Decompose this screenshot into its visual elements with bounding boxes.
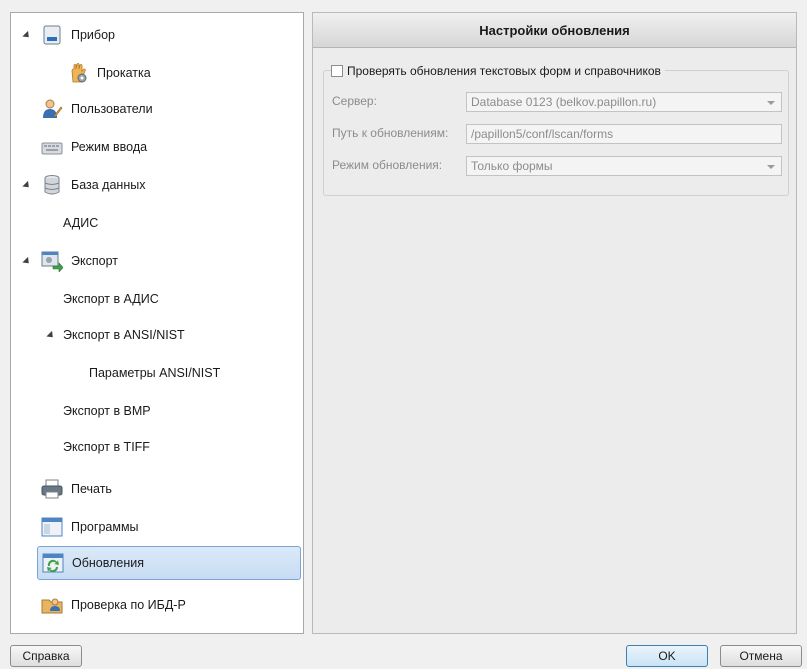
tree-item-updates[interactable]: Обновления bbox=[37, 546, 301, 580]
server-select[interactable]: Database 0123 (belkov.papillon.ru) bbox=[466, 92, 782, 112]
window-icon bbox=[41, 517, 63, 537]
settings-tree: Прибор Прокатка Пользователи Режим ввода bbox=[10, 12, 304, 634]
update-settings-group: Сервер: Database 0123 (belkov.papillon.r… bbox=[323, 70, 789, 196]
export-icon bbox=[41, 251, 63, 272]
path-label: Путь к обновлениям: bbox=[332, 126, 449, 140]
tree-item-database[interactable]: База данных bbox=[11, 171, 303, 199]
hand-gear-icon bbox=[71, 63, 87, 83]
tree-item-label: Экспорт bbox=[71, 254, 118, 268]
tree-item-programs[interactable]: Программы bbox=[11, 513, 303, 541]
keyboard-icon bbox=[41, 142, 63, 155]
tree-item-label: Пользователи bbox=[71, 102, 153, 116]
update-settings-panel: Настройки обновления Сервер: Database 01… bbox=[312, 12, 797, 634]
check-updates-checkbox[interactable] bbox=[331, 65, 343, 77]
device-icon bbox=[43, 25, 61, 45]
user-edit-icon bbox=[43, 99, 63, 118]
tree-item-label: АДИС bbox=[63, 216, 99, 230]
tree-item-label: Параметры ANSI/NIST bbox=[89, 366, 221, 380]
tree-item-label: Экспорт в АДИС bbox=[63, 292, 159, 306]
update-icon bbox=[42, 553, 64, 573]
check-updates-label: Проверять обновления текстовых форм и сп… bbox=[347, 64, 661, 78]
tree-item-export[interactable]: Экспорт bbox=[11, 247, 303, 275]
expand-arrow-icon[interactable] bbox=[22, 180, 32, 191]
database-icon bbox=[44, 175, 60, 195]
ok-button[interactable]: OK bbox=[626, 645, 708, 667]
help-button[interactable]: Справка bbox=[10, 645, 82, 667]
tree-item-label: Проверка по ИБД-Р bbox=[71, 598, 186, 612]
mode-value: Только формы bbox=[471, 159, 553, 173]
tree-item-label: Режим ввода bbox=[71, 140, 148, 154]
server-label: Сервер: bbox=[332, 94, 377, 108]
tree-item-label: Программы bbox=[71, 520, 139, 534]
chevron-down-icon bbox=[767, 165, 775, 169]
panel-title: Настройки обновления bbox=[313, 13, 796, 48]
tree-item-ibd-check[interactable]: Проверка по ИБД-Р bbox=[11, 591, 303, 619]
expand-arrow-icon[interactable] bbox=[22, 30, 32, 41]
tree-item-export-adis[interactable]: Экспорт в АДИС bbox=[11, 285, 303, 313]
printer-icon bbox=[41, 479, 63, 499]
tree-item-label: Обновления bbox=[72, 556, 144, 570]
tree-item-ansi-nist-params[interactable]: Параметры ANSI/NIST bbox=[11, 359, 303, 387]
path-value: /papillon5/conf/lscan/forms bbox=[471, 127, 614, 141]
folder-user-icon bbox=[41, 598, 63, 614]
tree-item-device[interactable]: Прибор bbox=[11, 21, 303, 49]
tree-item-rolling[interactable]: Прокатка bbox=[11, 59, 303, 87]
tree-item-input-mode[interactable]: Режим ввода bbox=[11, 133, 303, 161]
mode-label: Режим обновления: bbox=[332, 158, 443, 172]
tree-item-export-ansi-nist[interactable]: Экспорт в ANSI/NIST bbox=[11, 321, 303, 349]
tree-item-label: Прибор bbox=[71, 28, 115, 42]
chevron-down-icon bbox=[767, 101, 775, 105]
expand-arrow-icon[interactable] bbox=[46, 330, 56, 341]
tree-item-label: Печать bbox=[71, 482, 112, 496]
tree-item-label: Экспорт в TIFF bbox=[63, 440, 150, 454]
tree-item-adis[interactable]: АДИС bbox=[11, 209, 303, 237]
tree-item-export-bmp[interactable]: Экспорт в BMP bbox=[11, 397, 303, 425]
expand-arrow-icon[interactable] bbox=[22, 256, 32, 267]
path-input[interactable]: /papillon5/conf/lscan/forms bbox=[466, 124, 782, 144]
tree-item-print[interactable]: Печать bbox=[11, 475, 303, 503]
server-value: Database 0123 (belkov.papillon.ru) bbox=[471, 95, 657, 109]
tree-item-users[interactable]: Пользователи bbox=[11, 95, 303, 123]
tree-item-export-tiff[interactable]: Экспорт в TIFF bbox=[11, 433, 303, 461]
tree-item-label: База данных bbox=[71, 178, 146, 192]
tree-item-label: Экспорт в ANSI/NIST bbox=[63, 328, 185, 342]
tree-item-label: Экспорт в BMP bbox=[63, 404, 151, 418]
mode-select[interactable]: Только формы bbox=[466, 156, 782, 176]
tree-item-label: Прокатка bbox=[97, 66, 151, 80]
cancel-button[interactable]: Отмена bbox=[720, 645, 802, 667]
check-updates-row[interactable]: Проверять обновления текстовых форм и сп… bbox=[331, 63, 665, 79]
